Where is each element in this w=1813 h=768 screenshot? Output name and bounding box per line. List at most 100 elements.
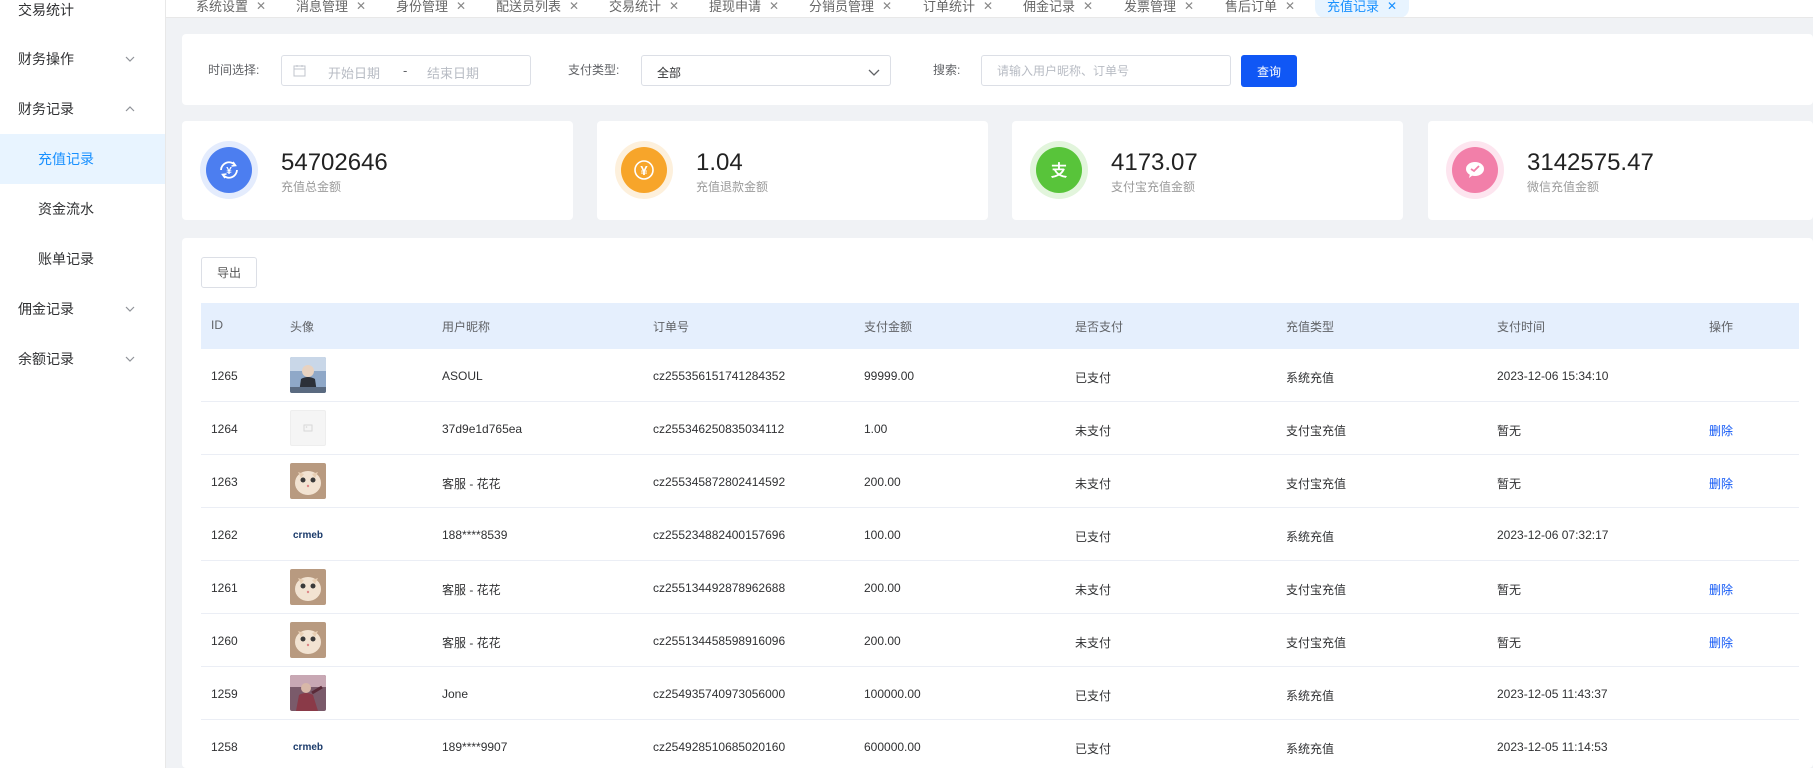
cell-amount: 1.00 bbox=[864, 422, 888, 436]
chevron-down-icon bbox=[868, 69, 880, 76]
close-icon[interactable]: ✕ bbox=[983, 0, 993, 13]
column-header: 用户昵称 bbox=[442, 320, 491, 334]
crmeb-logo-text: crmeb bbox=[293, 742, 323, 753]
tab-invoice-management[interactable]: 发票管理 ✕ bbox=[1112, 0, 1206, 17]
cell-time: 2023-12-06 15:34:10 bbox=[1497, 369, 1609, 383]
delete-link[interactable]: 删除 bbox=[1709, 475, 1733, 492]
cell-nickname: 客服 - 花花 bbox=[442, 636, 501, 650]
avatar: crmeb bbox=[290, 516, 326, 552]
cell-nickname: 188****8539 bbox=[442, 528, 508, 542]
close-icon[interactable]: ✕ bbox=[769, 0, 779, 13]
tab-recharge-records[interactable]: 充值记录 ✕ bbox=[1315, 0, 1410, 17]
sidebar-item-label: 账单记录 bbox=[38, 251, 94, 267]
cell-amount: 100.00 bbox=[864, 528, 901, 542]
sidebar-item-commission-records[interactable]: 佣金记录 bbox=[0, 284, 165, 334]
close-icon[interactable]: ✕ bbox=[1285, 0, 1295, 13]
cell-id: 1259 bbox=[211, 687, 238, 701]
close-icon[interactable]: ✕ bbox=[256, 0, 266, 13]
tab-aftersale-orders[interactable]: 售后订单 ✕ bbox=[1213, 0, 1307, 17]
delete-link[interactable]: 删除 bbox=[1709, 422, 1733, 439]
refresh-yen-icon: ¥ bbox=[206, 147, 252, 193]
calendar-icon bbox=[293, 65, 306, 77]
cell-id: 1261 bbox=[211, 581, 238, 595]
tab-courier-list[interactable]: 配送员列表 ✕ bbox=[484, 0, 591, 17]
cell-id: 1263 bbox=[211, 475, 238, 489]
cell-type: 系统充值 bbox=[1286, 530, 1335, 544]
avatar bbox=[290, 675, 326, 711]
tab-identity-management[interactable]: 身份管理 ✕ bbox=[384, 0, 478, 17]
tab-trade-stats[interactable]: 交易统计 ✕ bbox=[597, 0, 691, 17]
cell-order-no: cz255234882400157696 bbox=[653, 528, 786, 542]
close-icon[interactable]: ✕ bbox=[669, 0, 679, 13]
pay-type-select[interactable]: 全部 bbox=[641, 55, 891, 86]
delete-link[interactable]: 删除 bbox=[1709, 634, 1733, 651]
pay-type-value: 全部 bbox=[657, 66, 682, 80]
start-date-input[interactable]: 开始日期 bbox=[328, 63, 380, 82]
query-button[interactable]: 查询 bbox=[1241, 55, 1297, 87]
close-icon[interactable]: ✕ bbox=[569, 0, 579, 13]
sidebar-item-fund-flow[interactable]: 资金流水 bbox=[0, 184, 165, 234]
tab-order-stats[interactable]: 订单统计 ✕ bbox=[911, 0, 1005, 17]
cell-type: 支付宝充值 bbox=[1286, 583, 1347, 597]
tab-system-settings[interactable]: 系统设置 ✕ bbox=[184, 0, 278, 17]
sidebar: 交易统计 财务操作 财务记录 充值记录 资金流水 账单记录 佣金记录 余额记录 bbox=[0, 0, 166, 768]
sidebar-item-label: 充值记录 bbox=[38, 151, 94, 167]
cell-time: 暂无 bbox=[1497, 477, 1522, 491]
close-icon[interactable]: ✕ bbox=[1387, 0, 1397, 13]
stat-icon-halo: 支 bbox=[1030, 141, 1088, 199]
tab-message-management[interactable]: 消息管理 ✕ bbox=[284, 0, 378, 17]
crmeb-logo-text: crmeb bbox=[293, 530, 323, 541]
chevron-down-icon bbox=[125, 56, 135, 62]
column-header: 支付金额 bbox=[864, 320, 913, 334]
close-icon[interactable]: ✕ bbox=[456, 0, 466, 13]
tab-label: 配送员列表 bbox=[496, 0, 562, 14]
cell-time: 2023-12-05 11:14:53 bbox=[1497, 740, 1608, 754]
tab-withdraw-apply[interactable]: 提现申请 ✕ bbox=[697, 0, 791, 17]
stat-card-wechat: 3142575.47 微信充值金额 bbox=[1428, 121, 1813, 220]
cell-id: 1258 bbox=[211, 740, 238, 754]
cell-id: 1262 bbox=[211, 528, 238, 542]
tab-label: 充值记录 bbox=[1327, 0, 1380, 14]
stat-label: 微信充值金额 bbox=[1527, 180, 1600, 194]
date-range-picker[interactable]: 开始日期 - 结束日期 bbox=[281, 55, 531, 86]
close-icon[interactable]: ✕ bbox=[1083, 0, 1093, 13]
sidebar-item-finance-ops[interactable]: 财务操作 bbox=[0, 34, 165, 84]
cell-id: 1265 bbox=[211, 369, 238, 383]
sidebar-item-bill-records[interactable]: 账单记录 bbox=[0, 234, 165, 284]
tab-distributor-management[interactable]: 分销员管理 ✕ bbox=[797, 0, 904, 17]
cell-paid: 未支付 bbox=[1075, 477, 1112, 491]
cell-paid: 未支付 bbox=[1075, 636, 1112, 650]
alipay-icon: 支 bbox=[1036, 147, 1082, 193]
stat-card-total-recharge: ¥ 54702646 充值总金额 bbox=[182, 121, 573, 220]
end-date-input[interactable]: 结束日期 bbox=[427, 63, 479, 82]
sidebar-item-finance-records[interactable]: 财务记录 bbox=[0, 84, 165, 134]
sidebar-item-trade-stats[interactable]: 交易统计 bbox=[0, 0, 165, 35]
close-icon[interactable]: ✕ bbox=[1184, 0, 1194, 13]
close-icon[interactable]: ✕ bbox=[356, 0, 366, 13]
tab-label: 订单统计 bbox=[923, 0, 976, 14]
table-row: 1261 客服 - 花花 cz255134492878962688 200.00… bbox=[201, 561, 1799, 614]
sidebar-item-recharge-records[interactable]: 充值记录 bbox=[0, 134, 165, 184]
sidebar-item-label: 余额记录 bbox=[18, 351, 74, 367]
sidebar-item-balance-records[interactable]: 余额记录 bbox=[0, 334, 165, 384]
cell-time: 暂无 bbox=[1497, 583, 1522, 597]
table-header: ID 头像 用户昵称 订单号 支付金额 是否支付 充值类型 支付时间 操作 bbox=[201, 303, 1799, 349]
close-icon[interactable]: ✕ bbox=[882, 0, 892, 13]
stat-value: 1.04 bbox=[696, 149, 743, 176]
cell-type: 支付宝充值 bbox=[1286, 424, 1347, 438]
yen-icon: ¥ bbox=[621, 147, 667, 193]
time-filter-label: 时间选择: bbox=[208, 63, 260, 77]
table-row: 1262 crmeb 188****8539 cz255234882400157… bbox=[201, 508, 1799, 561]
tab-label: 分销员管理 bbox=[809, 0, 875, 14]
delete-link[interactable]: 删除 bbox=[1709, 581, 1733, 598]
search-input[interactable] bbox=[981, 55, 1231, 86]
cell-order-no: cz255134458598916096 bbox=[653, 634, 786, 648]
cell-paid: 未支付 bbox=[1075, 583, 1112, 597]
search-label: 搜索: bbox=[933, 63, 961, 77]
tab-commission-records[interactable]: 佣金记录 ✕ bbox=[1011, 0, 1105, 17]
cell-nickname: 189****9907 bbox=[442, 740, 508, 754]
export-button[interactable]: 导出 bbox=[201, 257, 257, 288]
chevron-down-icon bbox=[125, 356, 135, 362]
cell-order-no: cz255356151741284352 bbox=[653, 369, 786, 383]
cell-amount: 99999.00 bbox=[864, 369, 915, 383]
